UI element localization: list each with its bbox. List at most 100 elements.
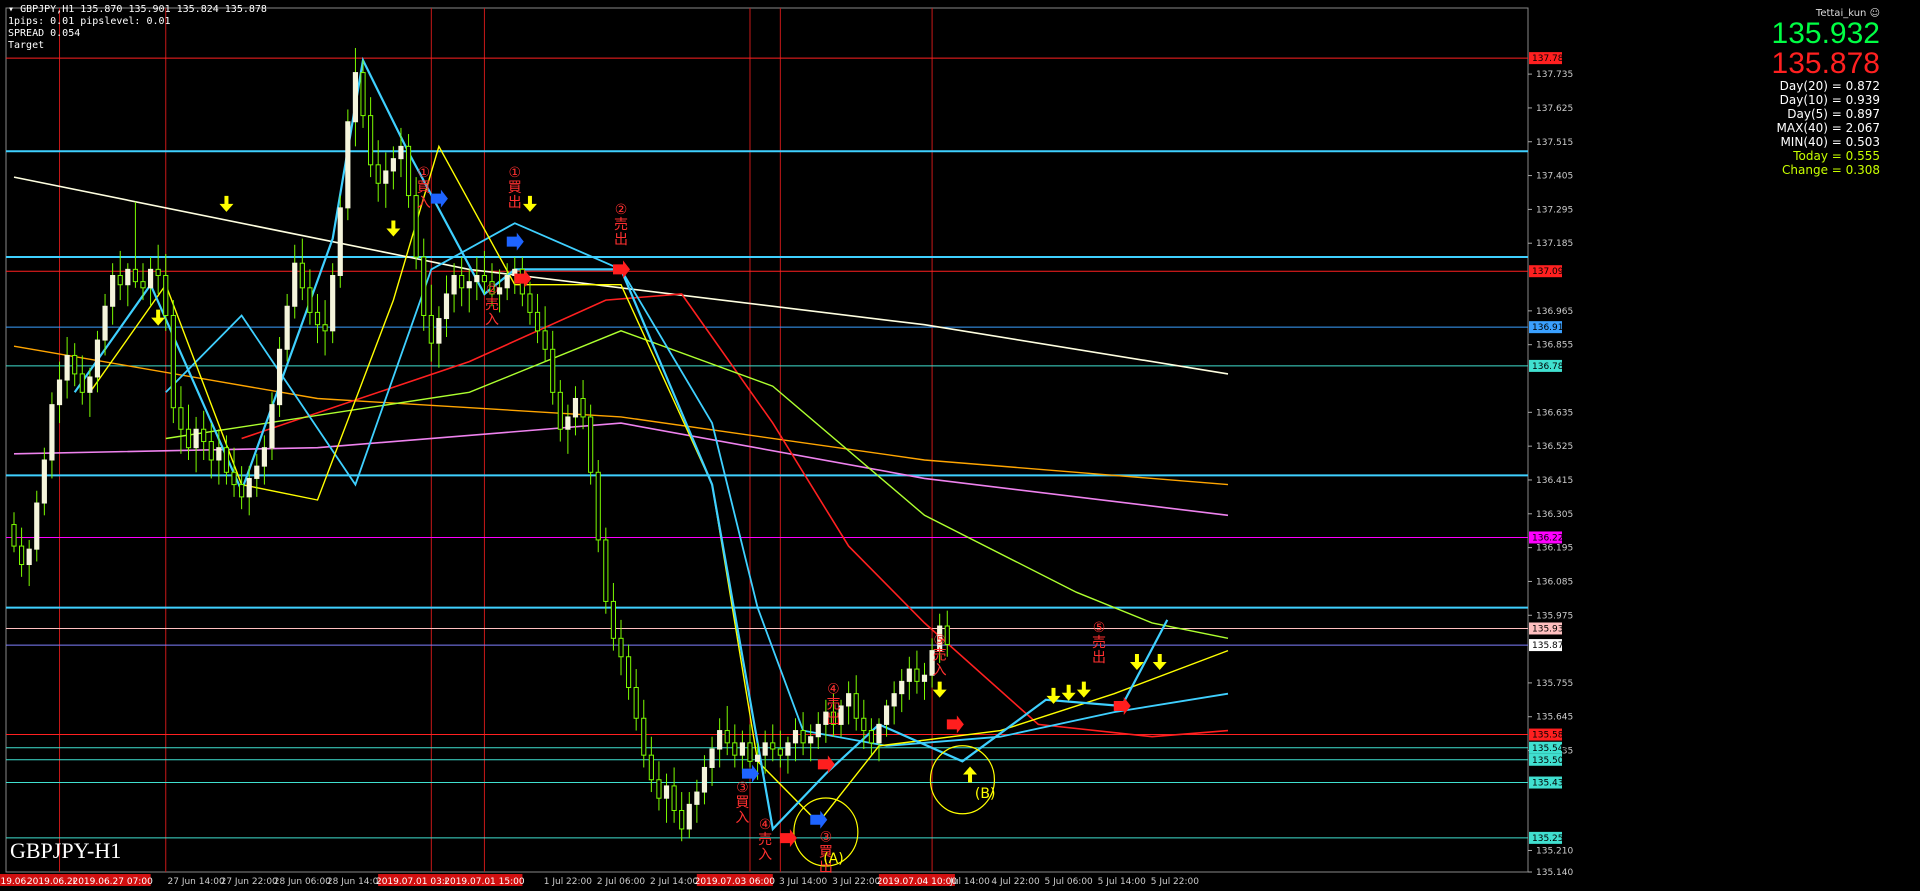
candle-body — [299, 262, 305, 289]
chart-ohlc: 135.870 135.901 135.824 135.878 — [80, 4, 267, 15]
candle-body — [79, 373, 85, 393]
candle-body — [686, 803, 692, 830]
price-tag-label: 135.505 — [1532, 756, 1569, 766]
trade-annotation: 出 — [826, 712, 840, 728]
candle-body — [102, 305, 108, 341]
y-tick-label: 137.515 — [1536, 138, 1573, 148]
candle-body — [178, 407, 184, 430]
chart-symbol: GBPJPY,H1 — [20, 4, 75, 15]
candle-body — [466, 281, 472, 289]
candle-body — [451, 275, 457, 295]
trade-annotation: (B) — [975, 786, 996, 802]
candle-body — [314, 311, 321, 326]
candle-body — [269, 404, 275, 449]
candle-body — [163, 275, 169, 316]
x-tick-label: 1 Jul 22:00 — [544, 877, 593, 887]
stat-line: MAX(40) = 2.067 — [1776, 121, 1880, 135]
y-tick-label: 135.645 — [1536, 713, 1573, 723]
trade-annotation: 売 — [826, 697, 840, 713]
y-tick-label: 136.305 — [1536, 510, 1573, 520]
candle-body — [132, 268, 138, 283]
candle-body — [26, 548, 32, 566]
candle-body — [368, 115, 374, 166]
candle-body — [603, 539, 609, 602]
candle-body — [914, 668, 920, 682]
trade-annotation: 売 — [485, 297, 499, 313]
candle-body — [125, 268, 131, 286]
y-tick-label: 136.195 — [1536, 544, 1573, 554]
chart-symbol-row: ▾ GBPJPY,H1 135.870 135.901 135.824 135.… — [8, 4, 267, 16]
candle-body — [64, 354, 70, 381]
candle-body — [72, 354, 78, 375]
x-tick-label: 2 Jul 06:00 — [597, 877, 646, 887]
candle-body — [421, 256, 427, 316]
candle-body — [443, 293, 450, 320]
candle-body — [246, 477, 252, 498]
trade-annotation: ① — [508, 165, 521, 181]
candle-body — [352, 72, 359, 123]
candle-body — [868, 730, 874, 744]
candle-body — [610, 600, 616, 639]
x-tick-label: 28 Jun 06:00 — [274, 877, 331, 887]
candle-body — [626, 656, 632, 689]
candle-body — [11, 524, 17, 547]
price-tag-label: 135.431 — [1532, 779, 1569, 789]
candle-body — [405, 145, 412, 197]
trade-annotation: ② — [486, 282, 499, 298]
x-tick-label: 2019.07.03 06:00 — [695, 877, 776, 887]
candle-body — [261, 447, 267, 467]
candle-body — [436, 318, 442, 344]
candle-body — [694, 791, 700, 805]
price-tag-label: 135.251 — [1532, 834, 1569, 844]
candle-body — [671, 785, 677, 812]
candle-body — [193, 428, 199, 449]
x-tick-label: 5 Jul 22:00 — [1151, 877, 1200, 887]
candle-body — [648, 754, 654, 781]
candle-body — [527, 293, 533, 313]
trade-annotation: ⑤ — [933, 632, 946, 648]
candle-body — [747, 742, 753, 762]
stat-line: Change = 0.308 — [1782, 163, 1880, 177]
candle-body — [732, 742, 738, 756]
stat-line: MIN(40) = 0.503 — [1780, 135, 1880, 149]
price-tag-label: 137.094 — [1532, 267, 1569, 277]
x-tick-label: Jul 14:00 — [949, 877, 990, 887]
candle-body — [185, 428, 192, 449]
chart-svg: ①買入①買出②売入②売出③買入 ④売入③買出④売出⑤売入⑤売出(A)(B)137.… — [0, 7, 1573, 887]
dropdown-icon[interactable]: ▾ — [8, 4, 14, 15]
candle-body — [459, 275, 465, 289]
trade-annotation: ② — [615, 202, 628, 218]
x-tick-label: 2019.06.27 07:00 — [72, 877, 153, 887]
chart: ① 買入 ① 買出 ② 売入 ② 売出 ③ 買入 ④ 売入 ③ 買出 ④ 売出 ⑤ 売入 ⑤ 売出 (A) (B) 137.… — [0, 0, 1920, 891]
candle-body — [284, 305, 290, 350]
candle-body — [19, 545, 25, 566]
stat-line: Day(5) = 0.897 — [1787, 107, 1880, 121]
bid-price: 135.932 — [1771, 17, 1880, 50]
y-tick-label: 135.975 — [1536, 611, 1573, 621]
trade-annotation: ⑤ — [1093, 620, 1106, 636]
candle-body — [709, 748, 715, 768]
y-tick-label: 137.735 — [1536, 70, 1573, 80]
candle-body — [345, 121, 351, 209]
candle-body — [276, 348, 283, 406]
trade-annotation: 入 — [933, 662, 947, 678]
candle-body — [633, 687, 639, 719]
x-tick-label: 5 Jul 14:00 — [1098, 877, 1147, 887]
candle-body — [322, 324, 328, 332]
candle-body — [216, 447, 222, 461]
candle-body — [428, 314, 434, 344]
x-tick-label: 2019.07.04 10:00 — [877, 877, 958, 887]
candle-body — [147, 268, 154, 289]
y-tick-label: 137.185 — [1536, 239, 1573, 249]
candle-body — [618, 637, 624, 658]
candle-body — [170, 314, 176, 409]
candle-body — [360, 72, 366, 117]
stat-line: Day(10) = 0.939 — [1779, 93, 1880, 107]
stat-line: Today = 0.555 — [1793, 149, 1880, 163]
symbol-watermark: GBPJPY-H1 — [10, 838, 122, 863]
trade-annotation: 買 — [735, 795, 749, 811]
ask-price: 135.878 — [1771, 47, 1880, 80]
trade-annotation: ③ — [736, 780, 749, 796]
candle-body — [155, 268, 161, 277]
y-tick-label: 136.635 — [1536, 408, 1573, 418]
